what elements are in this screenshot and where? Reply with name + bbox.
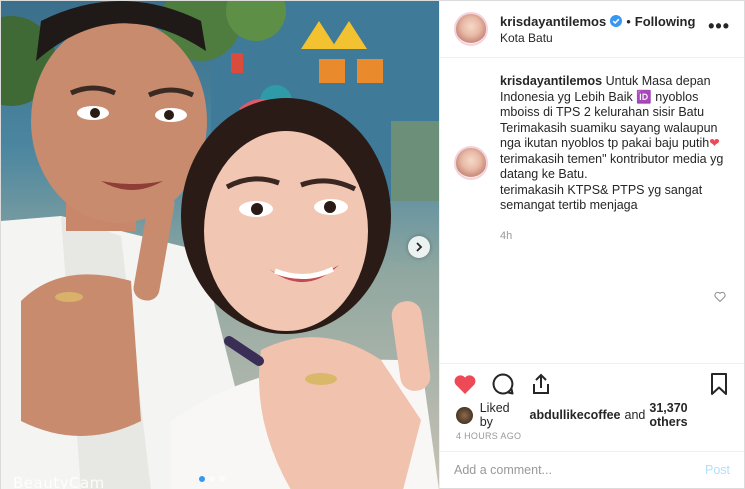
carousel-dot [209,476,215,482]
action-bar [440,363,744,404]
header-separator: • [626,13,631,29]
liker-avatar[interactable] [456,406,473,424]
likes-summary: Liked by abdullikecoffee and 31,370 othe… [440,401,744,429]
instagram-post: BeautyCam krisdayantilemos • Following K… [0,0,745,489]
post-header: krisdayantilemos • Following Kota Batu •… [440,1,744,58]
comment-icon [492,373,514,395]
like-button[interactable] [452,371,478,397]
location-link[interactable]: Kota Batu [500,31,708,45]
author-meta: krisdayantilemos • Following Kota Batu [500,14,708,45]
carousel-next-button[interactable] [408,236,430,258]
bookmark-icon [711,373,727,395]
caption-time-ago: 4h [500,229,513,242]
add-comment-bar: Post [440,451,744,488]
caption-username[interactable]: krisdayantilemos [500,74,602,88]
liker-username[interactable]: abdullikecoffee [530,408,621,422]
caption-line-4: terimakasih KTPS& PTPS yg sangat semanga… [500,182,703,213]
post-photo[interactable]: BeautyCam [1,1,439,489]
likes-prefix: Liked by [479,401,510,429]
caption-avatar-column [454,74,488,214]
post-sidebar: krisdayantilemos • Following Kota Batu •… [439,1,744,488]
following-button[interactable]: Following [635,14,696,29]
comment-button[interactable] [490,371,516,397]
caption-line-3: terimakasih temen" kontributor media yg … [500,151,724,182]
more-options-icon[interactable]: ••• [708,16,730,37]
likes-and: and [624,408,646,422]
carousel-dots [199,476,225,482]
caption-line-1: krisdayantilemos Untuk Masa depan Indone… [500,74,730,121]
caption-avatar[interactable] [454,146,488,180]
comment-input[interactable] [454,463,705,477]
share-icon [533,373,549,394]
likes-others-link[interactable]: 31,370 others [649,401,728,429]
carousel-dot [219,476,225,482]
caption-text: krisdayantilemos Untuk Masa depan Indone… [500,74,730,214]
verified-badge-icon [610,15,623,27]
selfie-illustration [1,1,439,489]
author-avatar[interactable] [454,12,488,46]
save-button[interactable] [706,371,732,397]
post-timestamp: 4 HOURS AGO [456,431,522,441]
share-button[interactable] [528,371,554,397]
author-username[interactable]: krisdayantilemos [500,14,606,29]
heart-filled-icon [454,375,476,394]
author-row: krisdayantilemos • Following [500,14,708,29]
carousel-dot [199,476,205,482]
comments-area: krisdayantilemos Untuk Masa depan Indone… [440,58,744,363]
caption-like-heart-icon[interactable] [714,291,726,302]
caption-line-2: Terimakasih suamiku sayang walaupun nga … [500,121,730,152]
chevron-right-icon [416,242,423,252]
beautycam-watermark: BeautyCam [13,474,105,489]
caption-text-2: Terimakasih suamiku sayang walaupun nga … [500,120,718,151]
heart-emoji-icon: ❤ [709,136,720,150]
caption: krisdayantilemos Untuk Masa depan Indone… [454,74,730,214]
post-comment-button[interactable]: Post [705,463,730,477]
